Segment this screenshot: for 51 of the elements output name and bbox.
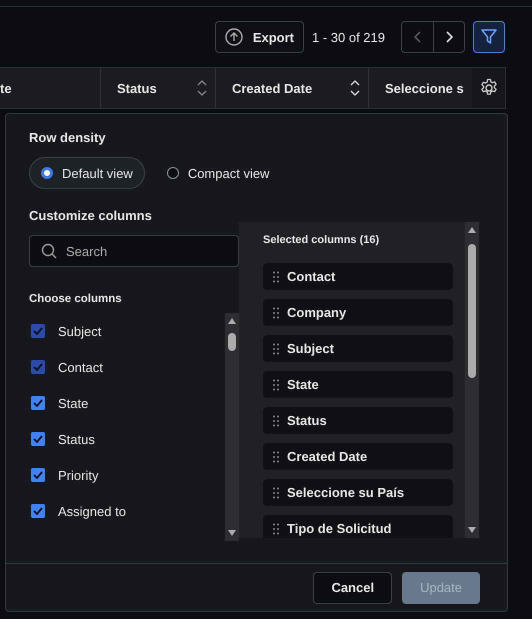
column-header[interactable]: te xyxy=(0,68,101,108)
drag-handle-icon xyxy=(273,414,279,426)
selected-column-item[interactable]: Contact xyxy=(263,263,453,290)
column-option-label: Subject xyxy=(58,324,102,338)
selected-column-item[interactable]: Tipo de Solicitud xyxy=(263,515,453,538)
upload-icon xyxy=(224,28,243,46)
selected-column-item[interactable]: Subject xyxy=(263,335,453,362)
scrollbar[interactable] xyxy=(225,313,239,541)
drag-handle-icon xyxy=(273,486,279,498)
search-field[interactable]: Search xyxy=(29,235,239,267)
checkbox[interactable] xyxy=(31,504,45,518)
column-option-label: Assigned to xyxy=(58,504,126,518)
column-header[interactable]: Created Date xyxy=(216,68,369,108)
selected-column-item[interactable]: Seleccione su País xyxy=(263,479,453,506)
sort-icon xyxy=(350,80,360,96)
density-option[interactable]: Default view xyxy=(29,157,145,189)
column-header[interactable]: Seleccione s xyxy=(368,68,472,108)
checkbox[interactable] xyxy=(31,396,45,410)
scrollbar[interactable] xyxy=(465,222,479,538)
chevron-left-icon xyxy=(414,31,422,43)
selected-column-item[interactable]: State xyxy=(263,371,453,398)
pagination-text: 1 - 30 of 219 xyxy=(312,30,385,44)
selected-column-item[interactable]: Company xyxy=(263,299,453,326)
column-option-label: State xyxy=(58,396,88,410)
drag-handle-icon xyxy=(273,270,279,282)
settings-icon xyxy=(478,78,499,98)
selected-column-item[interactable]: Created Date xyxy=(263,443,453,470)
selected-column-item[interactable]: Status xyxy=(263,407,453,434)
column-option-label: Priority xyxy=(58,468,98,482)
section-title: Customize columns xyxy=(29,208,153,223)
filter-icon xyxy=(480,28,498,46)
drag-handle-icon xyxy=(273,450,279,462)
column-option-label: Status xyxy=(58,432,95,446)
settings-button[interactable] xyxy=(472,68,505,108)
sort-icon xyxy=(196,80,207,96)
section-title: Row density xyxy=(29,130,107,145)
section-title: Selected columns (16) xyxy=(263,234,380,246)
density-option[interactable]: Compact view xyxy=(154,157,282,189)
section-title: Choose columns xyxy=(29,293,123,305)
checkbox[interactable] xyxy=(31,468,45,482)
export-button[interactable]: Export xyxy=(214,21,304,53)
column-header[interactable]: Status xyxy=(100,68,216,108)
filter-button[interactable] xyxy=(473,21,505,53)
drag-handle-icon xyxy=(273,342,279,354)
drag-handle-icon xyxy=(273,378,279,390)
chevron-right-icon xyxy=(445,31,453,43)
drag-handle-icon xyxy=(273,306,279,318)
column-option-label: Contact xyxy=(58,360,103,374)
cancel-button[interactable]: Cancel xyxy=(313,572,392,604)
checkbox[interactable] xyxy=(31,432,45,446)
drag-handle-icon xyxy=(273,522,279,534)
